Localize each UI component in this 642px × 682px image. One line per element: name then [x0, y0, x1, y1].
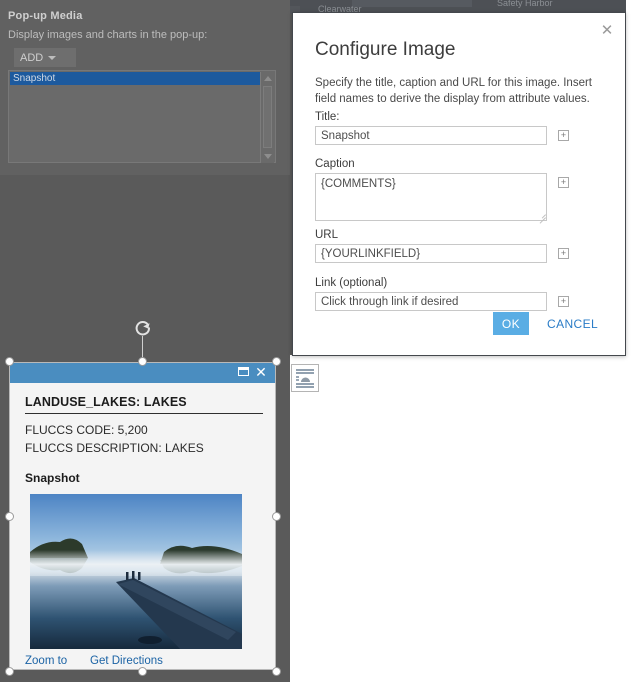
- link-input[interactable]: [315, 292, 547, 311]
- insert-field-link-icon[interactable]: +: [558, 296, 569, 307]
- rotate-glyph: [135, 321, 151, 336]
- popup-media-panel: Pop-up Media Display images and charts i…: [0, 0, 290, 175]
- dialog-description: Specify the title, caption and URL for t…: [315, 77, 592, 106]
- selection-handle-bottom-right[interactable]: [272, 667, 281, 676]
- selection-handle-middle-left[interactable]: [5, 512, 14, 521]
- insert-field-url-icon[interactable]: +: [558, 248, 569, 259]
- cancel-button[interactable]: CANCEL: [541, 312, 604, 335]
- caret-up-icon[interactable]: [264, 76, 272, 81]
- close-icon[interactable]: ✕: [254, 364, 268, 380]
- popup-titlebar: ✕: [10, 363, 275, 383]
- maximize-icon[interactable]: [238, 367, 249, 376]
- selection-handle-top-center[interactable]: [138, 357, 147, 366]
- title-field-label: Title:: [315, 111, 340, 123]
- popup-divider: [25, 413, 263, 414]
- link-field-label: Link (optional): [315, 277, 388, 289]
- popup-attribute-fluccs-description: FLUCCS DESCRIPTION: LAKES: [25, 441, 204, 455]
- rotate-handle-icon[interactable]: [133, 318, 153, 338]
- feature-popup: ✕ LANDUSE_LAKES: LAKES FLUCCS CODE: 5,20…: [9, 362, 276, 670]
- popup-attribute-fluccs-code: FLUCCS CODE: 5,200: [25, 423, 148, 437]
- ok-button[interactable]: OK: [493, 312, 529, 335]
- list-item[interactable]: Snapshot: [10, 72, 260, 85]
- url-field-label: URL: [315, 229, 339, 241]
- popup-heading: LANDUSE_LAKES: LAKES: [25, 395, 187, 409]
- insert-field-title-icon[interactable]: +: [558, 130, 569, 141]
- configure-image-dialog: ✕ Configure Image Specify the title, cap…: [292, 12, 626, 356]
- rotate-handle-stem: [142, 336, 143, 358]
- selection-handle-middle-right[interactable]: [272, 512, 281, 521]
- popup-media-title: Snapshot: [25, 471, 80, 485]
- scrollbar-thumb[interactable]: [263, 86, 272, 148]
- zoom-to-link[interactable]: Zoom to: [25, 655, 67, 667]
- chevron-down-icon: [48, 55, 57, 60]
- caption-textarea[interactable]: [315, 173, 547, 221]
- panel-subtitle: Display images and charts in the pop-up:: [8, 29, 208, 41]
- media-list[interactable]: Snapshot: [8, 70, 276, 163]
- image-placeholder-glyph: [296, 369, 314, 388]
- page-background-bottom: [290, 355, 642, 682]
- caption-field-label: Caption: [315, 158, 355, 170]
- dialog-title: Configure Image: [315, 39, 456, 60]
- map-label-safety-harbor: Safety Harbor: [497, 0, 553, 8]
- caret-down-icon[interactable]: [264, 154, 272, 159]
- lake-dock-photo: [30, 494, 242, 649]
- selection-handle-top-right[interactable]: [272, 357, 281, 366]
- insert-field-caption-icon[interactable]: +: [558, 177, 569, 188]
- add-media-button[interactable]: ADD: [14, 48, 76, 67]
- title-input[interactable]: [315, 126, 547, 145]
- url-input[interactable]: [315, 244, 547, 263]
- page-background-right: [626, 0, 642, 360]
- popup-photo: [30, 494, 242, 649]
- image-placeholder-icon[interactable]: [291, 364, 319, 392]
- selection-handle-top-left[interactable]: [5, 357, 14, 366]
- get-directions-link[interactable]: Get Directions: [90, 655, 163, 667]
- media-list-scrollbar[interactable]: [260, 72, 274, 163]
- selection-handle-bottom-center[interactable]: [138, 667, 147, 676]
- panel-title: Pop-up Media: [8, 10, 83, 22]
- close-icon[interactable]: ✕: [597, 20, 617, 40]
- add-button-label: ADD: [20, 51, 44, 64]
- selection-handle-bottom-left[interactable]: [5, 667, 14, 676]
- map-tile: [352, 0, 472, 7]
